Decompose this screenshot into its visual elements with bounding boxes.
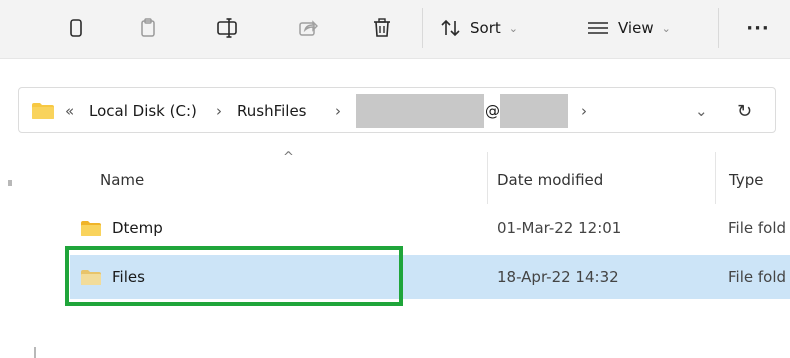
command-bar: Sort ⌄ View ⌄ ··· — [0, 0, 790, 59]
column-divider[interactable] — [487, 152, 488, 204]
view-icon — [588, 22, 608, 34]
more-icon: ··· — [746, 17, 770, 39]
copy-icon — [70, 19, 82, 37]
rename-button[interactable] — [208, 8, 248, 48]
sort-label: Sort — [470, 19, 501, 37]
chevron-down-icon: ⌄ — [508, 21, 518, 35]
breadcrumb-overflow[interactable]: « — [65, 88, 74, 134]
folder-icon — [80, 206, 102, 250]
view-button[interactable]: View ⌄ — [586, 8, 706, 48]
address-dropdown-button[interactable]: ⌄ — [695, 88, 708, 134]
breadcrumb-label: @ — [485, 102, 500, 120]
refresh-icon: ↻ — [737, 100, 753, 122]
column-header-date-modified[interactable]: Date modified — [497, 160, 603, 200]
share-icon — [299, 20, 318, 36]
breadcrumb-rushfiles[interactable]: RushFiles — [237, 88, 307, 134]
chevron-down-icon: ⌄ — [661, 21, 671, 35]
more-options-button[interactable]: ··· — [738, 8, 778, 48]
toolbar-separator — [718, 8, 719, 48]
chevron-right-icon[interactable]: › — [216, 88, 222, 134]
sort-button[interactable]: Sort ⌄ — [440, 8, 560, 48]
trash-icon — [374, 18, 390, 37]
paste-icon — [141, 18, 155, 37]
file-type: File fold — [728, 268, 787, 286]
toolbar-separator — [422, 8, 423, 48]
address-bar[interactable]: « Local Disk (C:) › RushFiles › @ › ⌄ ↻ — [18, 87, 776, 133]
share-button[interactable] — [288, 8, 328, 48]
file-date-modified: 01-Mar-22 12:01 — [497, 219, 622, 237]
double-chevron-left-icon: « — [65, 102, 75, 120]
breadcrumb-user[interactable]: @ — [485, 88, 500, 134]
copy-button[interactable] — [56, 8, 96, 48]
file-type: File fold — [728, 219, 787, 237]
redacted-region — [500, 94, 568, 128]
sort-icon — [441, 19, 460, 37]
chevron-right-icon[interactable]: › — [581, 88, 587, 134]
column-divider[interactable] — [715, 152, 716, 204]
highlight-annotation — [65, 246, 403, 306]
breadcrumb-local-disk[interactable]: Local Disk (C:) — [89, 88, 197, 134]
sort-ascending-icon: ^ — [283, 149, 294, 165]
refresh-button[interactable]: ↻ — [737, 88, 752, 134]
file-date-modified: 18-Apr-22 14:32 — [497, 268, 619, 286]
view-label: View — [618, 19, 654, 37]
file-name: Dtemp — [112, 219, 163, 237]
column-header-name[interactable]: Name — [100, 160, 144, 200]
nav-pane-indicator — [8, 180, 12, 186]
column-header-type[interactable]: Type — [729, 160, 763, 200]
chevron-right-icon[interactable]: › — [335, 88, 341, 134]
rename-icon — [217, 18, 237, 38]
chevron-down-icon: ⌄ — [695, 102, 708, 120]
breadcrumb-label: Local Disk (C:) — [89, 102, 197, 120]
breadcrumb-label: RushFiles — [237, 102, 307, 120]
folder-icon — [31, 88, 55, 134]
paste-button[interactable] — [128, 8, 168, 48]
delete-button[interactable] — [362, 8, 402, 48]
file-explorer-window: Sort ⌄ View ⌄ ··· « Local Disk (C:) › Ru… — [0, 0, 790, 358]
redacted-region — [356, 94, 484, 128]
nav-pane-divider — [34, 347, 36, 358]
file-row-dtemp[interactable]: Dtemp 01-Mar-22 12:01 File fold — [70, 206, 790, 250]
